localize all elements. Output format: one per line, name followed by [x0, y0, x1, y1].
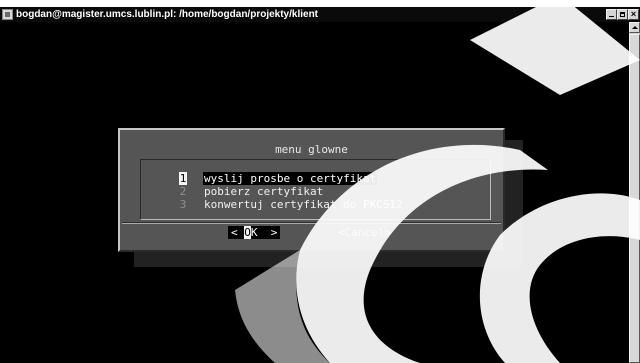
menu-item-key: 2 — [179, 185, 187, 198]
ok-button-left: < — [231, 226, 245, 239]
menu-item-convert-pkcs12[interactable]: 3 konwertuj certyfikat do PKCS12 — [179, 198, 404, 211]
ok-button[interactable]: < OK > — [228, 226, 281, 239]
window-title: bogdan@magister.umcs.lublin.pl: /home/bo… — [16, 9, 319, 20]
ok-button-hotkey: O — [244, 226, 251, 239]
close-button[interactable] — [628, 9, 639, 20]
scrollbar-thumb[interactable] — [629, 34, 640, 363]
dialog-title: menu glowne — [275, 143, 348, 156]
menu-list: 1 wyslij prosbe o certyfikat 2 pobierz cer… — [140, 159, 491, 220]
menu-item-key: 3 — [179, 198, 187, 211]
ok-button-rest: K > — [250, 226, 278, 239]
vertical-scrollbar[interactable] — [629, 22, 640, 363]
maximize-button[interactable] — [617, 9, 628, 20]
menu-dialog: menu glowne 1 wyslij prosbe o certyfikat … — [118, 128, 505, 252]
menu-item-label: pobierz certyfikat — [204, 185, 324, 198]
scroll-up-arrow-icon[interactable] — [629, 22, 640, 33]
minimize-button[interactable] — [606, 9, 617, 20]
menu-item-send-request[interactable]: 1 wyslij prosbe o certyfikat — [179, 172, 378, 185]
menu-item-download-certificate[interactable]: 2 pobierz certyfikat — [179, 185, 324, 198]
title-bar[interactable]: bogdan@magister.umcs.lublin.pl: /home/bo… — [0, 0, 640, 22]
terminal-window: bogdan@magister.umcs.lublin.pl: /home/bo… — [0, 0, 640, 363]
terminal-app-icon[interactable] — [2, 9, 13, 20]
cancel-button[interactable]: <Cancel> — [338, 226, 391, 239]
menu-item-label: wyslij prosbe o certyfikat — [203, 172, 378, 185]
button-separator — [122, 222, 501, 224]
menu-item-label: konwertuj certyfikat do PKCS12 — [204, 198, 403, 211]
menu-item-key: 1 — [179, 172, 187, 185]
